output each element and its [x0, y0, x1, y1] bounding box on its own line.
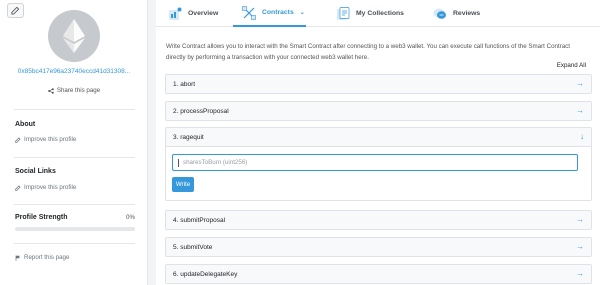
arrow-right-icon: → — [576, 242, 584, 251]
arrow-right-icon: → — [576, 79, 584, 88]
chevron-down-icon: ⌄ — [299, 10, 305, 16]
tab-bar: Overview Contracts ⌄ My Collections Revi… — [156, 0, 600, 27]
text-caret — [178, 158, 179, 167]
edit-icon — [15, 184, 21, 191]
profile-strength: Profile Strength 0% — [15, 214, 135, 221]
function-ragequit-body: sharesToBurn (uint256) Write — [166, 147, 591, 200]
social-links-title: Social Links — [15, 168, 56, 175]
wallet-address[interactable]: 0x85bc417e96a23740eccd41d31308... — [0, 68, 148, 75]
input-placeholder: sharesToBurn (uint256) — [183, 159, 248, 166]
arrow-right-icon: → — [576, 215, 584, 224]
profile-sidebar: 0x85bc417e96a23740eccd41d31308... Share … — [0, 0, 148, 285]
arrow-down-icon: ↓ — [580, 132, 584, 141]
function-ragequit: 3. ragequit ↓ sharesToBurn (uint256) Writ… — [165, 127, 592, 201]
edit-icon — [15, 136, 21, 143]
share-label: Share this page — [56, 87, 101, 94]
improve-social-link[interactable]: Improve this profile — [15, 184, 76, 191]
about-title: About — [15, 121, 36, 128]
write-button[interactable]: Write — [172, 177, 194, 192]
function-label: 5. submitVote — [173, 243, 213, 251]
function-label: 1. abort — [173, 80, 196, 88]
function-label: 3. ragequit — [173, 133, 204, 141]
function-label: 4. submitProposal — [173, 216, 226, 224]
share-page-link[interactable]: Share this page — [0, 87, 148, 94]
profile-strength-label: Profile Strength — [15, 214, 68, 221]
improve-social-label: Improve this profile — [24, 184, 77, 191]
contracts-icon — [242, 5, 256, 20]
tab-my-collections-label: My Collections — [356, 10, 404, 17]
ethereum-avatar — [48, 10, 100, 62]
report-page-link[interactable]: Report this page — [15, 254, 69, 261]
main-panel: Overview Contracts ⌄ My Collections Revi… — [156, 0, 600, 285]
tab-reviews-label: Reviews — [453, 10, 481, 17]
improve-profile-link[interactable]: Improve this profile — [15, 136, 76, 143]
improve-profile-label: Improve this profile — [24, 136, 77, 143]
divider — [14, 204, 135, 205]
collections-icon — [336, 6, 350, 21]
profile-strength-bar — [15, 227, 135, 231]
write-contract-intro: Write Contract allows you to interact wi… — [166, 43, 570, 61]
function-submitvote[interactable]: 5. submitVote → — [165, 237, 592, 257]
tab-reviews[interactable]: Reviews — [433, 0, 480, 27]
function-submitproposal[interactable]: 4. submitProposal → — [165, 210, 592, 230]
tab-contracts[interactable]: Contracts ⌄ — [233, 0, 306, 27]
divider — [14, 243, 135, 244]
report-page-label: Report this page — [24, 254, 70, 261]
edit-profile-button[interactable] — [7, 3, 24, 18]
arrow-right-icon: → — [576, 106, 584, 115]
reviews-icon — [433, 7, 447, 21]
divider — [14, 109, 135, 110]
function-label: 6. updateDelegateKey — [173, 270, 238, 278]
overview-icon — [168, 7, 182, 21]
expand-all-link[interactable]: Expand All — [557, 62, 586, 69]
function-label: 2. processProposal — [173, 107, 229, 115]
tab-my-collections[interactable]: My Collections — [336, 0, 404, 27]
flag-icon — [15, 255, 20, 261]
profile-strength-value: 0% — [126, 214, 135, 221]
edit-icon — [11, 6, 20, 15]
function-processproposal[interactable]: 2. processProposal → — [165, 101, 592, 121]
shares-to-burn-input[interactable]: sharesToBurn (uint256) — [172, 154, 578, 171]
tab-overview[interactable]: Overview — [168, 0, 218, 27]
tab-contracts-label: Contracts — [262, 9, 294, 16]
divider — [14, 157, 135, 158]
function-abort[interactable]: 1. abort → — [165, 74, 592, 94]
arrow-right-icon: → — [576, 269, 584, 278]
ethereum-icon — [63, 19, 85, 53]
share-icon — [48, 87, 54, 94]
tab-overview-label: Overview — [188, 10, 219, 17]
function-ragequit-header[interactable]: 3. ragequit ↓ — [166, 128, 591, 147]
function-updatedelegatekey[interactable]: 6. updateDelegateKey → — [165, 264, 592, 284]
